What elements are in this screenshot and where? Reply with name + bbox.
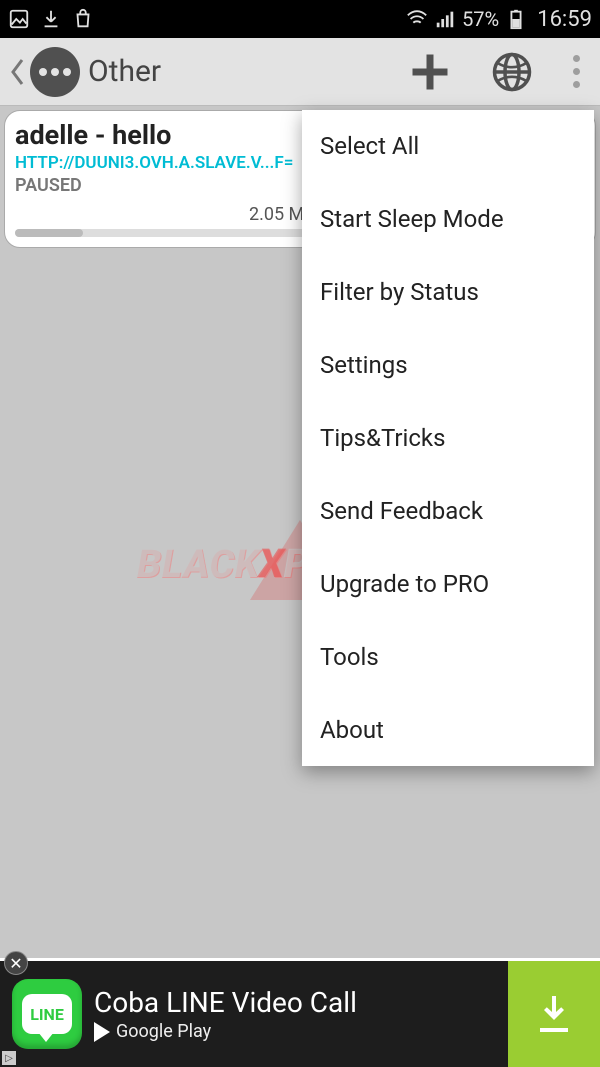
menu-settings[interactable]: Settings: [302, 329, 594, 402]
shopping-bag-icon: [72, 8, 94, 30]
ad-close-button[interactable]: ✕: [4, 951, 28, 975]
add-button[interactable]: [409, 51, 451, 93]
battery-percent: 57%: [462, 7, 499, 31]
line-app-icon: LINE: [12, 979, 82, 1049]
clock: 16:59: [537, 7, 592, 32]
menu-tools[interactable]: Tools: [302, 621, 594, 694]
menu-filter-by-status[interactable]: Filter by Status: [302, 256, 594, 329]
ad-title: Coba LINE Video Call: [94, 986, 508, 1019]
back-chevron-icon[interactable]: [6, 52, 30, 92]
image-icon: [8, 8, 30, 30]
ad-banner[interactable]: ✕ LINE Coba LINE Video Call Google Play …: [0, 961, 600, 1067]
menu-about[interactable]: About: [302, 694, 594, 766]
wifi-icon: [406, 8, 428, 30]
app-toolbar: Other: [0, 38, 600, 106]
android-status-bar: 57% 16:59: [0, 0, 600, 38]
menu-select-all[interactable]: Select All: [302, 110, 594, 183]
category-circle-icon[interactable]: [30, 47, 80, 97]
download-notification-icon: [40, 8, 62, 30]
app-bar-title: Other: [88, 54, 409, 89]
battery-icon: [505, 8, 527, 30]
overflow-menu: Select All Start Sleep Mode Filter by St…: [302, 110, 594, 766]
menu-send-feedback[interactable]: Send Feedback: [302, 475, 594, 548]
signal-icon: [434, 8, 456, 30]
content-area: adelle - hello HTTP://DUUNI3.OVH.A.SLAVE…: [0, 110, 600, 1010]
adchoices-icon[interactable]: ▷: [2, 1051, 16, 1065]
overflow-menu-button[interactable]: [573, 55, 580, 88]
google-play-icon: [94, 1022, 110, 1042]
menu-upgrade-to-pro[interactable]: Upgrade to PRO: [302, 548, 594, 621]
menu-start-sleep-mode[interactable]: Start Sleep Mode: [302, 183, 594, 256]
google-play-label: Google Play: [94, 1021, 508, 1042]
menu-tips-tricks[interactable]: Tips&Tricks: [302, 402, 594, 475]
ad-download-button[interactable]: [508, 961, 600, 1067]
browser-button[interactable]: [491, 51, 533, 93]
